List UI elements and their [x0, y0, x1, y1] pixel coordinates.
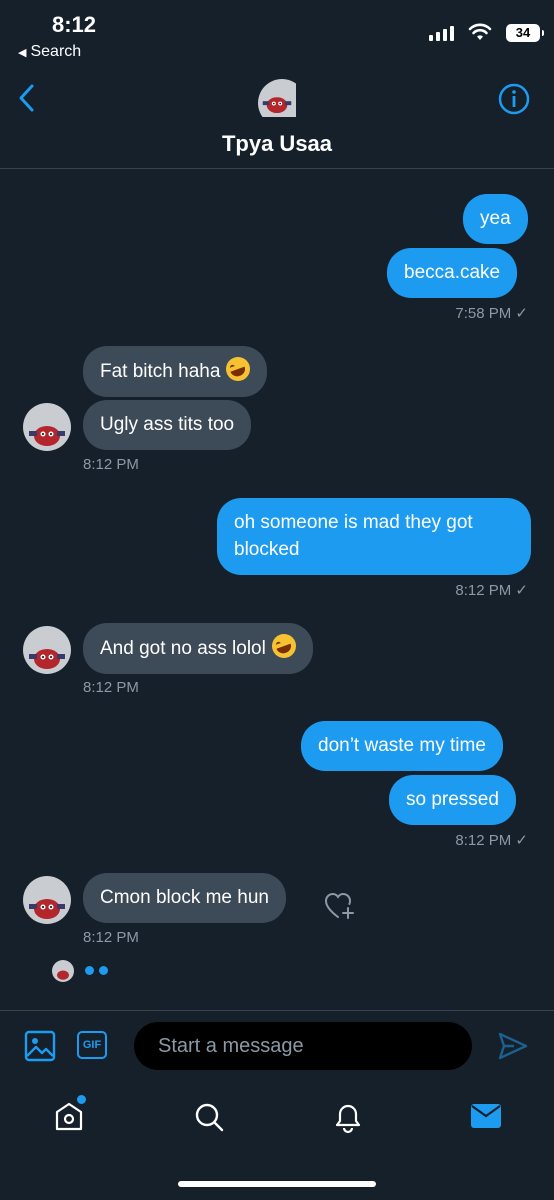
home-indicator: [178, 1181, 376, 1187]
header-avatar[interactable]: [258, 79, 306, 127]
message-input[interactable]: Start a message: [134, 1022, 472, 1070]
timestamp-incoming: 8:12 PM: [83, 929, 139, 946]
message-bubble-outgoing[interactable]: oh someone is mad they got blocked: [217, 498, 531, 575]
rolling-laughing-emoji-icon: [223, 353, 254, 385]
message-text-line: oh someone is mad they got: [234, 512, 473, 533]
message-text: Fat bitch haha: [100, 361, 221, 382]
wifi-icon: [468, 22, 492, 47]
typing-avatar: [52, 960, 74, 982]
message-bubble-outgoing[interactable]: yea: [463, 194, 528, 244]
timestamp-incoming: 8:12 PM: [83, 679, 139, 696]
back-triangle-icon: ◀: [18, 46, 27, 59]
message-text: And got no ass lolol: [100, 638, 266, 659]
typing-indicator: [85, 966, 108, 975]
heart-plus-icon[interactable]: [324, 890, 356, 927]
search-icon[interactable]: [193, 1101, 225, 1138]
image-icon[interactable]: [24, 1030, 56, 1067]
signal-icon: [429, 26, 454, 41]
rolling-laughing-emoji-icon: [268, 630, 300, 662]
info-icon[interactable]: [498, 83, 530, 120]
timestamp-outgoing: 8:12 PM ✓: [455, 582, 528, 599]
header-divider: [0, 168, 554, 169]
message-bubble-outgoing[interactable]: so pressed: [389, 775, 516, 825]
message-bubble-incoming[interactable]: Fat bitch haha: [83, 346, 268, 397]
chevron-left-icon[interactable]: [16, 83, 38, 118]
composer-divider: [0, 1010, 554, 1011]
send-icon[interactable]: [497, 1031, 529, 1066]
bell-icon[interactable]: [333, 1100, 363, 1139]
mail-icon[interactable]: [470, 1103, 502, 1134]
message-text-line: blocked: [234, 539, 300, 560]
message-bubble-outgoing[interactable]: becca.cake: [387, 248, 518, 298]
back-app-label: Search: [30, 43, 82, 60]
sender-avatar[interactable]: [23, 626, 71, 674]
message-bubble-outgoing[interactable]: don’t waste my time: [301, 721, 503, 771]
message-bubble-incoming[interactable]: And got no ass lolol: [83, 623, 313, 674]
gif-icon[interactable]: GIF: [77, 1031, 107, 1059]
message-bubble-incoming[interactable]: Cmon block me hun: [83, 873, 286, 923]
sender-avatar[interactable]: [23, 403, 71, 451]
conversation-title[interactable]: Tpya Usaa: [0, 131, 554, 157]
status-time: 8:12: [52, 12, 97, 37]
home-icon[interactable]: [54, 1100, 84, 1137]
timestamp-outgoing: 7:58 PM ✓: [455, 305, 528, 322]
notification-dot: [77, 1095, 86, 1104]
battery-icon: 34: [506, 24, 544, 42]
message-bubble-incoming[interactable]: Ugly ass tits too: [83, 400, 252, 450]
timestamp-incoming: 8:12 PM: [83, 456, 139, 473]
sender-avatar[interactable]: [23, 876, 71, 924]
timestamp-outgoing: 8:12 PM ✓: [455, 832, 528, 849]
back-to-search[interactable]: ◀ Search: [18, 43, 81, 61]
